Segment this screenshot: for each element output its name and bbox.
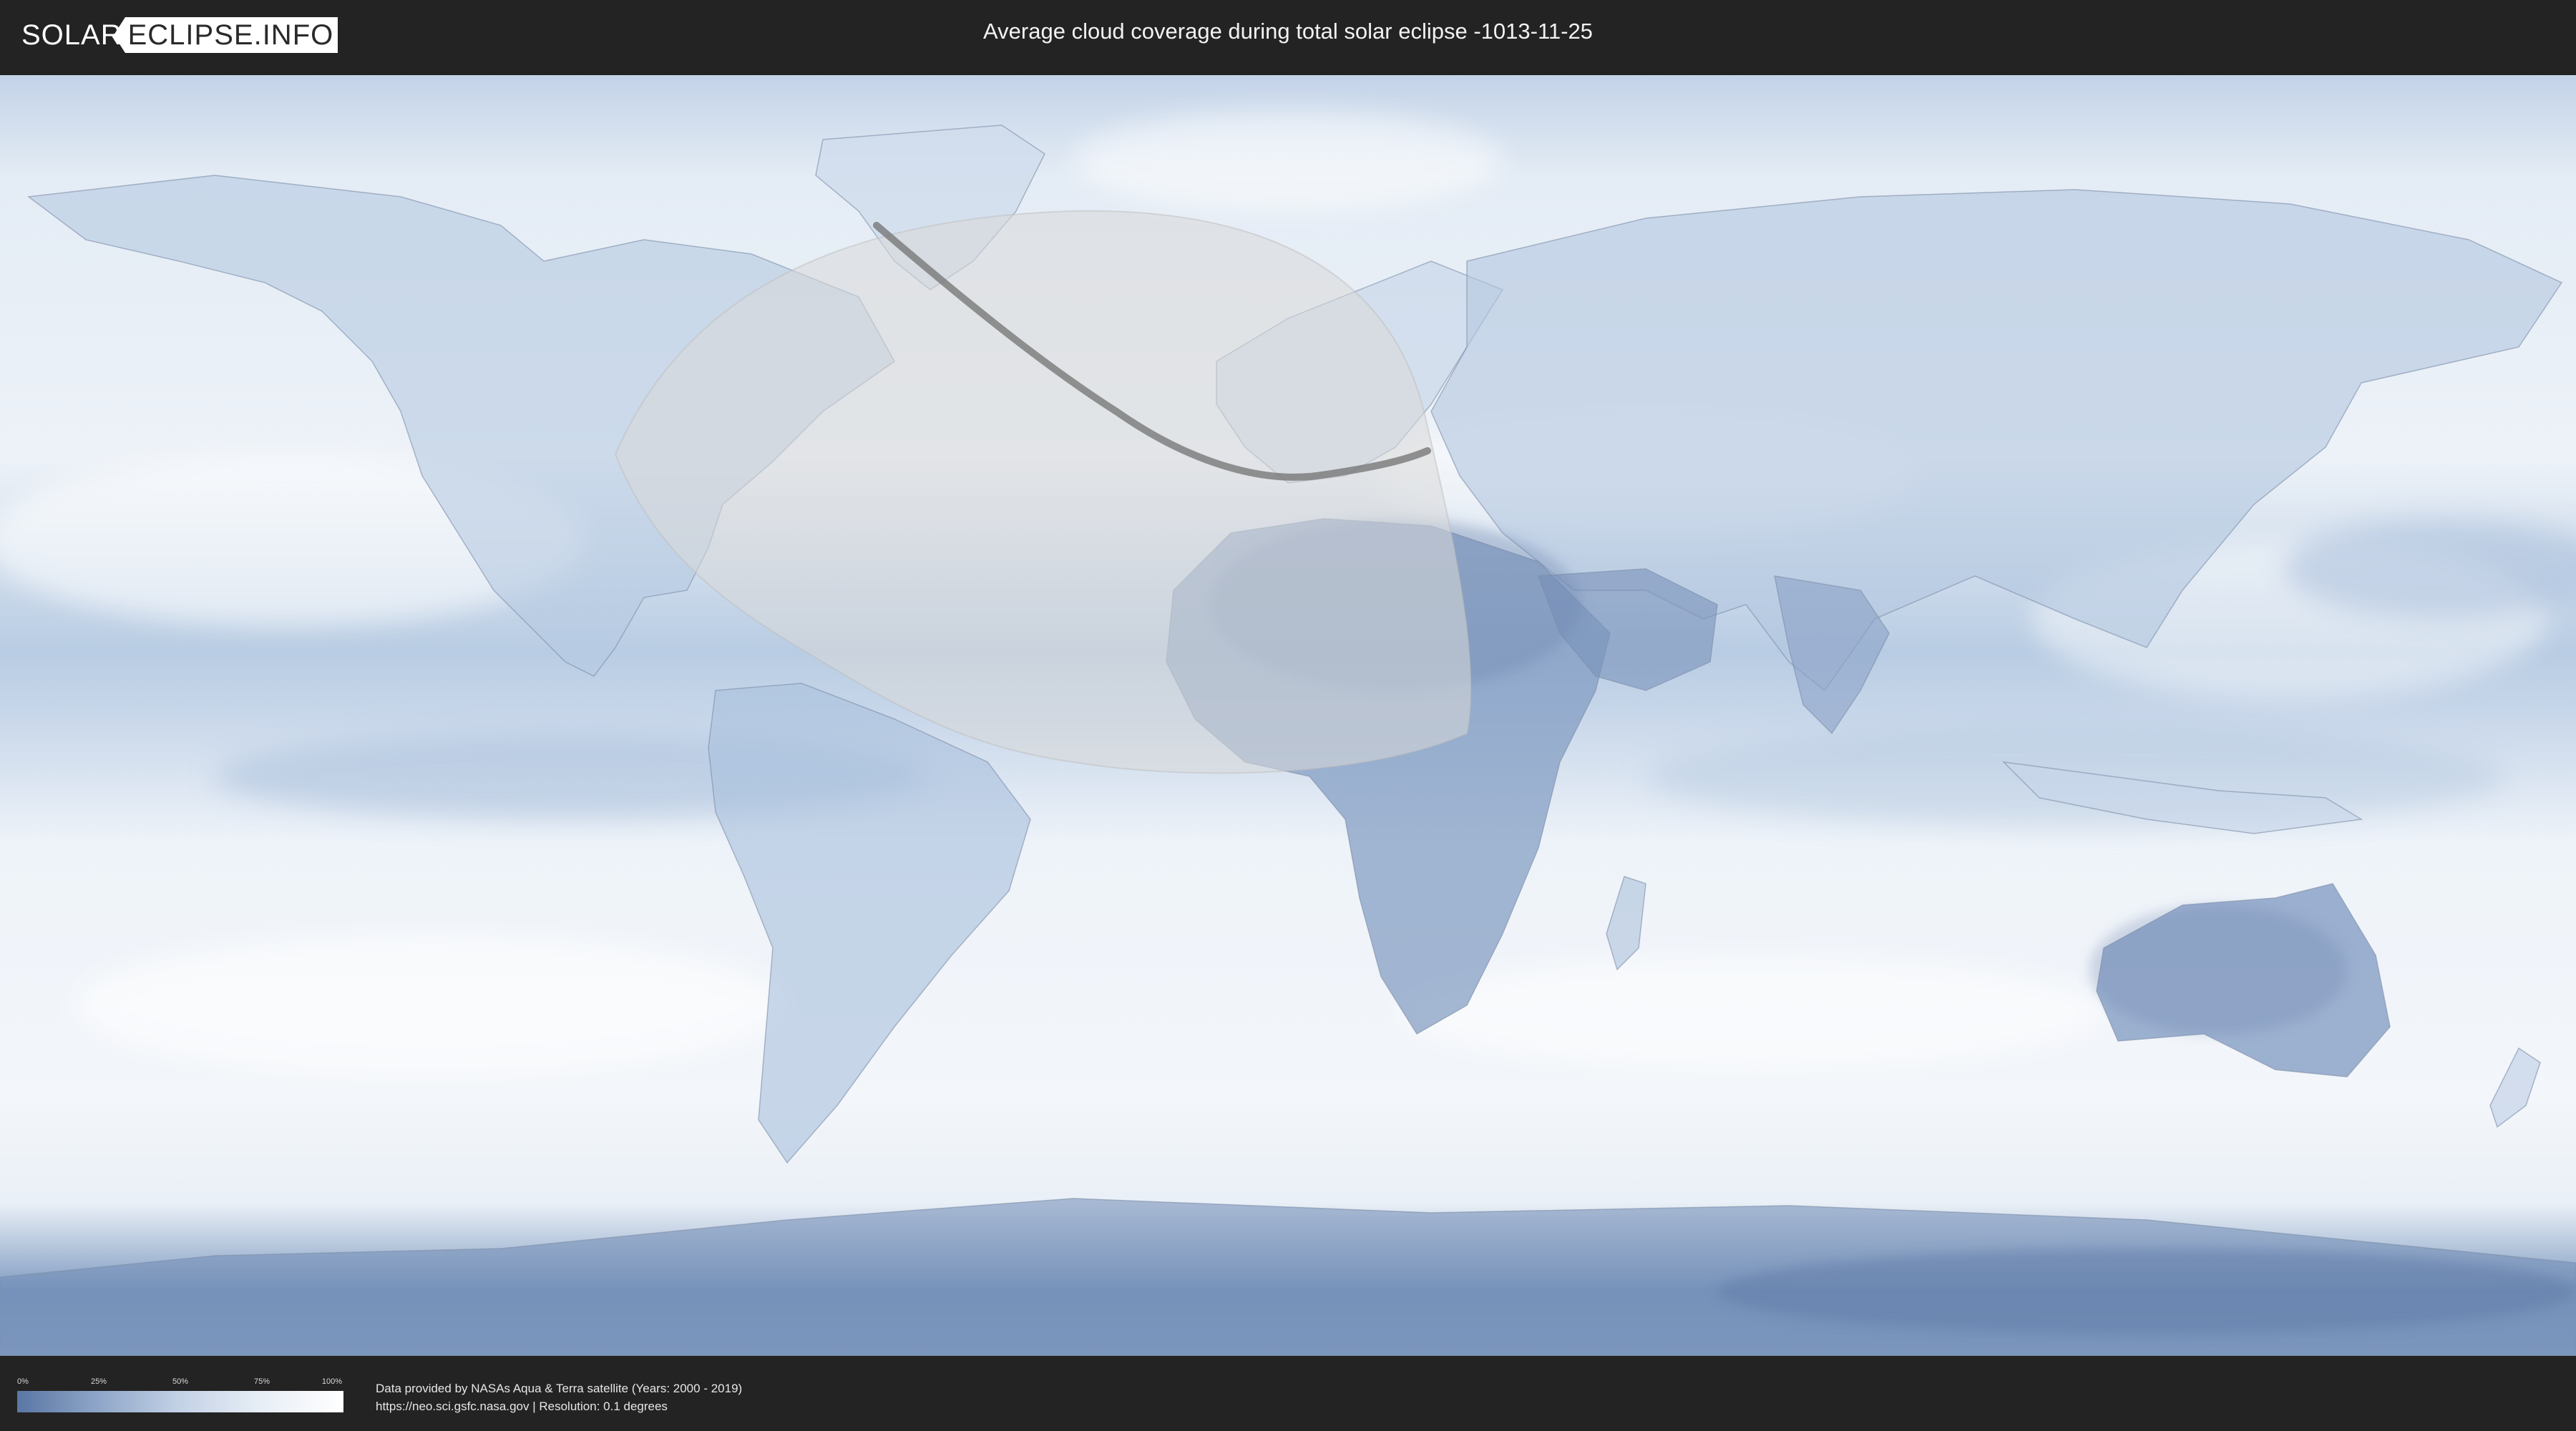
world-map-svg (0, 75, 2576, 1356)
credits-line-2: https://neo.sci.gsfc.nasa.gov | Resoluti… (376, 1400, 668, 1413)
header-bar: SOLAR ECLIPSE.INFO Average cloud coverag… (0, 0, 2576, 72)
legend-color-bar (17, 1391, 343, 1412)
data-credits: Data provided by NASAs Aqua & Terra sate… (376, 1379, 742, 1415)
cloud-coverage-map[interactable] (0, 75, 2576, 1356)
page-title: Average cloud coverage during total sola… (983, 19, 1593, 44)
legend-tick-25: 25% (90, 1377, 107, 1386)
legend-tick-0: 0% (17, 1377, 29, 1386)
credits-line-1: Data provided by NASAs Aqua & Terra sate… (376, 1382, 743, 1395)
legend-tick-100: 100% (321, 1377, 343, 1386)
legend-ticks: 0% 25% 50% 75% 100% (17, 1377, 343, 1387)
legend-tick-75: 75% (253, 1377, 270, 1386)
legend-tick-50: 50% (172, 1377, 189, 1386)
